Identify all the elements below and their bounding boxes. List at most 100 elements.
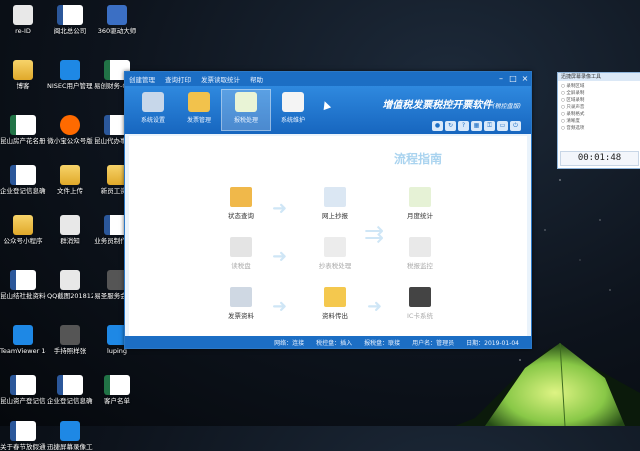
desktop-icon[interactable]: 博客 bbox=[0, 60, 46, 90]
word-icon bbox=[57, 375, 83, 395]
status-user: 用户名：管理员 bbox=[412, 339, 455, 347]
folder-icon bbox=[60, 165, 80, 185]
desktop-icon[interactable]: re-ID bbox=[0, 5, 46, 35]
recorder-option[interactable]: ○ 录制区域 bbox=[561, 83, 638, 90]
menu-item-manage[interactable]: 创建管理 bbox=[129, 74, 155, 84]
desktop-icon-label: 关于春节放假通知 bbox=[0, 443, 46, 451]
desktop-icon[interactable]: NISEC用户管理工具 bbox=[47, 60, 93, 90]
desktop-icon[interactable]: 企业登记信息确认表-孙… bbox=[47, 375, 93, 405]
quick-icons: ● ↻ ? ▦ ⚿ ▭ ⏻ bbox=[432, 121, 521, 131]
recording-timer: 00:01:48 bbox=[560, 151, 639, 166]
recorder-option[interactable]: ○ 只录声音 bbox=[561, 104, 638, 111]
excel-icon bbox=[104, 375, 130, 395]
desktop-icon[interactable]: 昆山结社批资料信息 bbox=[0, 270, 46, 300]
desktop-icon[interactable]: 昆山房产花名册1 bbox=[0, 115, 46, 145]
exit-icon[interactable]: ⏻ bbox=[510, 121, 521, 131]
node-online-report[interactable]: 网上抄报 bbox=[305, 187, 365, 220]
app-icon bbox=[107, 5, 127, 25]
menu-item-print[interactable]: 查询打印 bbox=[165, 74, 191, 84]
cd-drive-icon bbox=[409, 287, 431, 307]
desktop-icon[interactable]: 客户名单 bbox=[94, 375, 140, 405]
desktop-icon[interactable]: 公众号小程序 bbox=[0, 215, 46, 245]
status-network: 网络：连接 bbox=[274, 339, 305, 347]
desktop-icon-label: 客户名单 bbox=[104, 397, 130, 405]
settings-icon bbox=[142, 92, 164, 112]
desktop-icon-label: QQ截图201812302… bbox=[47, 292, 93, 300]
desktop-icon-label: 迅捷屏幕录像工具 bbox=[47, 443, 93, 451]
tax-software-window: 创建管理 查询打印 发票读取统计 帮助 – □ × 系统设置 发票管理 报税处理… bbox=[124, 71, 532, 349]
user-icon[interactable]: ● bbox=[432, 121, 443, 131]
help-icon[interactable]: ? bbox=[458, 121, 469, 131]
desktop-icon[interactable]: 360驱动大师 bbox=[94, 5, 140, 35]
desktop-icon[interactable]: TeamViewer 14 bbox=[0, 325, 46, 355]
recorder-option[interactable]: ○ 全屏录制 bbox=[561, 90, 638, 97]
node-invoice-data[interactable]: 发票资料 bbox=[211, 287, 271, 320]
node-ic-system[interactable]: IC卡系统 bbox=[390, 287, 450, 320]
status-reporting: 报税盘：联接 bbox=[364, 339, 401, 347]
maximize-button[interactable]: □ bbox=[507, 73, 519, 85]
doc-icon bbox=[60, 270, 80, 290]
desktop-icon[interactable]: 手持照样张 bbox=[47, 325, 93, 355]
folder-search-icon bbox=[230, 187, 252, 207]
invoice-icon bbox=[188, 92, 210, 112]
status-bar: 网络：连接 税控盘：插入 报税盘：联接 用户名：管理员 日期：2019-01-0… bbox=[125, 336, 531, 348]
recorder-option[interactable]: ○ 录制格式 bbox=[561, 111, 638, 118]
menu-item-stats[interactable]: 发票读取统计 bbox=[201, 74, 240, 84]
arrow-icon: ➜ bbox=[272, 296, 288, 317]
cabinet-icon bbox=[230, 287, 252, 307]
calendar-icon[interactable]: ▦ bbox=[471, 121, 482, 131]
chart-up-icon bbox=[409, 187, 431, 207]
desktop-icon-label: 昆山房产花名册1 bbox=[0, 137, 46, 145]
word-icon bbox=[10, 421, 36, 441]
minimize-button[interactable]: – bbox=[495, 73, 507, 85]
key-icon[interactable]: ⚿ bbox=[484, 121, 495, 131]
desktop-icon-label: 企业登记信息确认表-孙… bbox=[47, 397, 93, 405]
app2-icon bbox=[60, 115, 80, 135]
desktop-icon[interactable]: 昆山资产登记信息表-孙… bbox=[0, 375, 46, 405]
desktop-icon[interactable]: 微小宝公众号版 bbox=[47, 115, 93, 145]
node-tax-process[interactable]: 抄表税处理 bbox=[305, 237, 365, 270]
desktop-icon-label: 博客 bbox=[16, 82, 30, 90]
desktop-icon[interactable]: 闽北总公司 bbox=[47, 5, 93, 35]
form-icon bbox=[324, 237, 346, 257]
desktop-icon[interactable]: 文件上传 bbox=[47, 165, 93, 195]
node-data-export[interactable]: 资料传出 bbox=[305, 287, 365, 320]
menu-bar: 创建管理 查询打印 发票读取统计 帮助 – □ × bbox=[125, 72, 531, 86]
recorder-option[interactable]: ○ 区域录制 bbox=[561, 97, 638, 104]
monitor-chart-icon bbox=[409, 237, 431, 257]
app4-icon bbox=[60, 325, 80, 345]
tool-system-settings[interactable]: 系统设置 bbox=[129, 90, 177, 124]
node-read-disk[interactable]: 读税盘 bbox=[211, 237, 271, 270]
node-tax-monitor[interactable]: 税报监控 bbox=[390, 237, 450, 270]
recorder-options: ○ 录制区域 ○ 全屏录制 ○ 区域录制 ○ 只录声音 ○ 录制格式 ○ 清晰度 ○ 音频选… bbox=[558, 81, 640, 134]
recorder-option[interactable]: ○ 音频选项 bbox=[561, 125, 638, 132]
recorder-option[interactable]: ○ 清晰度 bbox=[561, 118, 638, 125]
tool-invoice-management[interactable]: 发票管理 bbox=[175, 90, 223, 124]
status-date: 日期：2019-01-04 bbox=[466, 339, 519, 347]
flow-guide-panel: 流程指南 状态查询 网上抄报 月度统计 读税盘 抄表税处理 税报监控 发票资料 bbox=[129, 136, 527, 336]
desktop-icon[interactable]: 企业登记信息确认表-朱… bbox=[0, 165, 46, 195]
tool-tax-processing[interactable]: 报税处理 bbox=[221, 89, 271, 131]
window-title: 增值税发票税控开票软件(税控盘版) bbox=[382, 100, 521, 111]
folder-export-icon bbox=[324, 287, 346, 307]
doc-icon bbox=[60, 215, 80, 235]
desktop-icon-label: TeamViewer 14 bbox=[0, 347, 46, 355]
desktop-icon-label: 企业登记信息确认表-朱… bbox=[0, 187, 46, 195]
desktop-icon-label: 手持照样张 bbox=[53, 347, 87, 355]
close-button[interactable]: × bbox=[519, 73, 531, 85]
print-icon[interactable]: ▭ bbox=[497, 121, 508, 131]
desktop-icon-label: 公众号小程序 bbox=[3, 237, 43, 245]
desktop-icon-label: NISEC用户管理工具 bbox=[47, 82, 93, 90]
arrow-icon: ➜ bbox=[272, 198, 288, 219]
desktop-icon[interactable]: QQ截图201812302… bbox=[47, 270, 93, 300]
branch-arrow-icon: ⇉ bbox=[364, 220, 385, 248]
tools-icon bbox=[282, 92, 304, 112]
node-monthly-stats[interactable]: 月度统计 bbox=[390, 187, 450, 220]
app3-icon bbox=[13, 325, 33, 345]
arrow-icon: ➜ bbox=[367, 296, 383, 317]
node-status-query[interactable]: 状态查询 bbox=[211, 187, 271, 220]
menu-item-help[interactable]: 帮助 bbox=[250, 74, 263, 84]
tool-system-maintenance[interactable]: 系统维护 bbox=[269, 90, 317, 124]
refresh-icon[interactable]: ↻ bbox=[445, 121, 456, 131]
desktop-icon[interactable]: 群消知 bbox=[47, 215, 93, 245]
